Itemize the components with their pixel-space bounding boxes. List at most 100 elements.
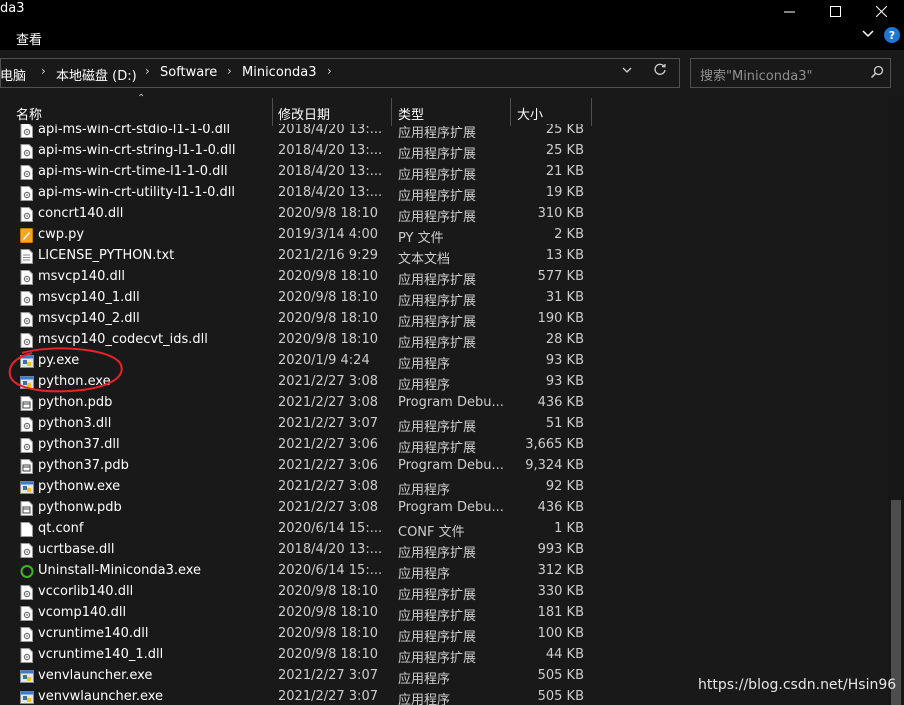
close-button[interactable] [858, 0, 904, 22]
close-icon [875, 5, 887, 17]
maximize-button[interactable] [812, 0, 858, 22]
column-header-name[interactable]: 名称 [0, 98, 272, 124]
search-input[interactable]: 搜索"Miniconda3" [690, 58, 891, 88]
ribbon-expand-button[interactable] [862, 27, 874, 43]
title-bar: da3 [0, 0, 904, 22]
help-button[interactable]: ? [884, 27, 900, 43]
file-date: 2020/9/8 18:10 [278, 332, 378, 347]
file-date: 2018/4/20 13:... [278, 124, 383, 137]
minimize-button[interactable] [766, 0, 812, 22]
file-row[interactable]: vcruntime140.dll 2020/9/8 18:10 应用程序扩展 100 … [0, 624, 888, 645]
file-row[interactable]: vcomp140.dll 2020/9/8 18:10 应用程序扩展 181 KB [0, 603, 888, 624]
file-row[interactable]: vcruntime140_1.dll 2020/9/8 18:10 应用程序扩展 44… [0, 645, 888, 666]
column-header-size-label: 大小 [517, 108, 544, 123]
file-name: vcruntime140_1.dll [38, 647, 164, 662]
file-row[interactable]: ucrtbase.dll 2018/4/20 13:... 应用程序扩展 993 KB [0, 540, 888, 561]
uninstall-icon [20, 564, 34, 579]
file-row[interactable]: cwp.py 2019/3/14 4:00 PY 文件 2 KB [0, 225, 888, 246]
column-header-size[interactable]: 大小 [511, 98, 591, 124]
maximize-icon [829, 5, 841, 17]
file-type: 应用程序扩展 [398, 609, 477, 624]
file-name: cwp.py [38, 227, 85, 242]
file-date: 2021/2/27 3:07 [278, 416, 378, 431]
file-date: 2020/9/8 18:10 [278, 605, 378, 620]
file-size: 312 KB [537, 563, 584, 578]
file-name: pythonw.exe [38, 479, 121, 494]
file-row[interactable]: api-ms-win-crt-stdio-l1-1-0.dll 2018/4/20… [0, 124, 888, 141]
file-date: 2019/3/14 4:00 [278, 227, 378, 242]
search-icon[interactable] [870, 65, 884, 83]
scrollbar-thumb[interactable] [891, 500, 901, 705]
file-row[interactable]: LICENSE_PYTHON.txt 2021/2/16 9:29 文本文档 13 K… [0, 246, 888, 267]
refresh-button[interactable] [653, 63, 667, 81]
breadcrumb-miniconda3[interactable]: Miniconda3 [242, 65, 317, 80]
vertical-scrollbar[interactable] [888, 96, 904, 705]
file-date: 2020/6/14 15:... [278, 521, 383, 536]
file-size: 92 KB [545, 479, 584, 494]
file-row[interactable]: concrt140.dll 2020/9/8 18:10 应用程序扩展 310 KB [0, 204, 888, 225]
dll-icon [20, 417, 33, 432]
file-name: msvcp140_codecvt_ids.dll [38, 332, 208, 347]
breadcrumb-separator[interactable]: › [41, 64, 46, 78]
file-name: msvcp140.dll [38, 269, 125, 284]
breadcrumb-separator[interactable]: › [227, 64, 232, 78]
file-type: Program Debu... [398, 458, 504, 473]
file-size: 9,324 KB [525, 458, 584, 473]
file-type: 应用程序 [398, 672, 451, 687]
blank-file-icon [20, 522, 33, 537]
file-name: python37.pdb [38, 458, 129, 473]
file-date: 2018/4/20 13:... [278, 185, 383, 200]
file-name: python37.dll [38, 437, 120, 452]
python-exe-icon [20, 690, 34, 705]
breadcrumb-this-pc[interactable]: 电脑 [0, 65, 26, 84]
file-row[interactable]: msvcp140.dll 2020/9/8 18:10 应用程序扩展 577 KB [0, 267, 888, 288]
file-row[interactable]: Uninstall-Miniconda3.exe 2020/6/14 15:...… [0, 561, 888, 582]
breadcrumb-software[interactable]: Software [160, 65, 217, 80]
dll-icon [20, 627, 33, 642]
file-row[interactable]: python37.dll 2021/2/27 3:06 应用程序扩展 3,665 KB [0, 435, 888, 456]
file-row[interactable]: python3.dll 2021/2/27 3:07 应用程序扩展 51 KB [0, 414, 888, 435]
breadcrumb-separator[interactable]: › [145, 64, 150, 78]
address-bar[interactable]: 电脑 › 本地磁盘 (D:) › Software › Miniconda3 › [0, 58, 680, 88]
column-divider[interactable] [591, 98, 592, 126]
address-history-button[interactable] [621, 64, 633, 79]
file-name: vcomp140.dll [38, 605, 127, 620]
file-size: 21 KB [545, 164, 584, 179]
file-row[interactable]: vccorlib140.dll 2020/9/8 18:10 应用程序扩展 330 K… [0, 582, 888, 603]
file-date: 2018/4/20 13:... [278, 164, 383, 179]
file-row[interactable]: python.exe 2021/2/27 3:08 应用程序 93 KB [0, 372, 888, 393]
pdb-icon [20, 501, 33, 516]
column-header-date[interactable]: 修改日期 [273, 98, 391, 124]
file-row[interactable]: api-ms-win-crt-time-l1-1-0.dll 2018/4/20 … [0, 162, 888, 183]
file-date: 2021/2/27 3:08 [278, 500, 378, 515]
file-size: 310 KB [537, 206, 584, 221]
file-row[interactable]: msvcp140_codecvt_ids.dll 2020/9/8 18:10 应用… [0, 330, 888, 351]
file-row[interactable]: qt.conf 2020/6/14 15:... CONF 文件 1 KB [0, 519, 888, 540]
file-row[interactable]: py.exe 2020/1/9 4:24 应用程序 93 KB [0, 351, 888, 372]
breadcrumb-separator[interactable]: › [327, 64, 332, 78]
column-header-type[interactable]: 类型 [392, 98, 510, 124]
file-type: 应用程序扩展 [398, 420, 477, 435]
file-row[interactable]: pythonw.pdb 2021/2/27 3:08 Program Debu...… [0, 498, 888, 519]
file-type: PY 文件 [398, 231, 444, 246]
python-exe-icon [20, 669, 34, 684]
file-name: msvcp140_1.dll [38, 290, 140, 305]
file-size: 1 KB [554, 521, 584, 536]
file-type: 文本文档 [398, 252, 451, 267]
red-circle-annotation-icon [8, 347, 123, 393]
file-row[interactable]: pythonw.exe 2021/2/27 3:08 应用程序 92 KB [0, 477, 888, 498]
file-size: 3,665 KB [525, 437, 584, 452]
file-row[interactable]: msvcp140_1.dll 2020/9/8 18:10 应用程序扩展 31 KB [0, 288, 888, 309]
file-date: 2021/2/27 3:06 [278, 458, 378, 473]
file-name: pythonw.pdb [38, 500, 122, 515]
ribbon: 查看 ? [0, 22, 904, 50]
file-row[interactable]: msvcp140_2.dll 2020/9/8 18:10 应用程序扩展 190 KB [0, 309, 888, 330]
file-row[interactable]: python37.pdb 2021/2/27 3:06 Program Debu..… [0, 456, 888, 477]
file-row[interactable]: python.pdb 2021/2/27 3:08 Program Debu... 4… [0, 393, 888, 414]
file-row[interactable]: api-ms-win-crt-utility-l1-1-0.dll 2018/4/… [0, 183, 888, 204]
tab-view[interactable]: 查看 [16, 29, 42, 48]
column-header-name-label: 名称 [16, 108, 43, 123]
breadcrumb-drive-d[interactable]: 本地磁盘 (D:) [56, 65, 137, 84]
file-row[interactable]: api-ms-win-crt-string-l1-1-0.dll 2018/4/2… [0, 141, 888, 162]
file-date: 2021/2/27 3:08 [278, 395, 378, 410]
